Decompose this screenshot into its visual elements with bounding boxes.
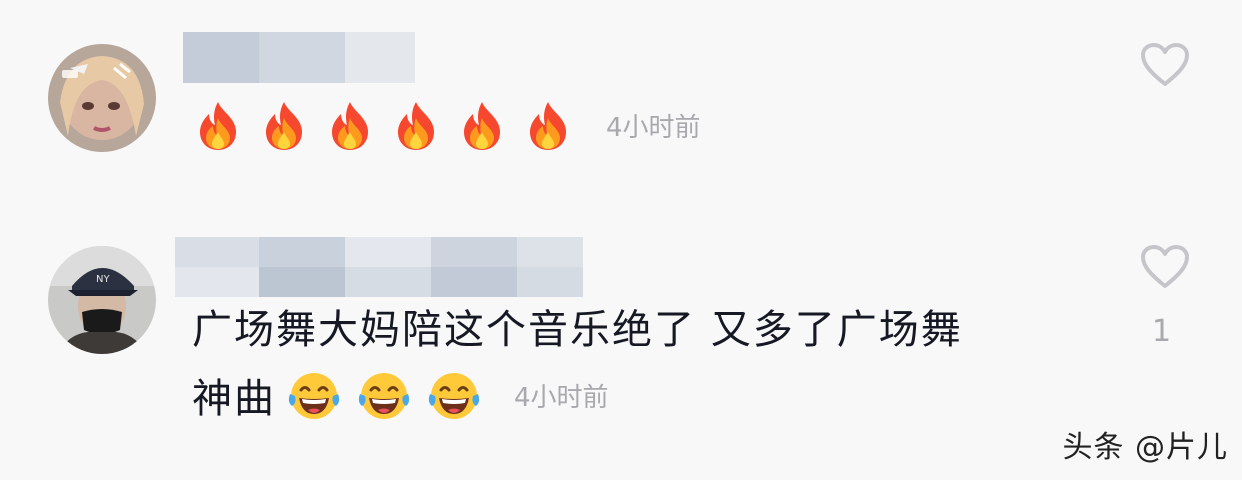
heart-outline-icon bbox=[1141, 245, 1189, 288]
svg-text:NY: NY bbox=[96, 274, 110, 285]
tears-of-joy-emoji bbox=[286, 370, 342, 435]
heart-outline-icon bbox=[1141, 43, 1189, 86]
comment-content: 4小时前 bbox=[192, 100, 701, 165]
watermark: 头条 @片儿 bbox=[1062, 430, 1228, 465]
comment-text-line-1: 广场舞大妈陪这个音乐绝了 又多了广场舞 bbox=[192, 307, 963, 353]
fire-emoji bbox=[390, 100, 442, 165]
username-blurred[interactable] bbox=[175, 237, 583, 297]
fire-emoji bbox=[258, 100, 310, 165]
like-button[interactable] bbox=[1140, 42, 1190, 88]
fire-emoji bbox=[522, 100, 574, 165]
avatar-girl-image bbox=[48, 44, 156, 152]
avatar-man-image: NY bbox=[48, 246, 156, 354]
fire-emoji bbox=[324, 100, 376, 165]
comment-time: 4小时前 bbox=[514, 383, 609, 413]
avatar[interactable]: NY bbox=[48, 246, 156, 354]
comment-item: 4小时前 bbox=[0, 0, 1242, 200]
fire-emoji bbox=[456, 100, 508, 165]
comment-item: NY 广场舞大妈陪这个音乐绝了 又多了广场舞 神曲 4小时前 1 bbox=[0, 200, 1242, 480]
comment-content: 神曲 4小时前 bbox=[192, 370, 609, 435]
comment-time: 4小时前 bbox=[606, 113, 701, 143]
fire-emoji bbox=[192, 100, 244, 165]
tears-of-joy-emoji bbox=[426, 370, 482, 435]
comment-text-line-2: 神曲 bbox=[192, 376, 276, 422]
username-blurred[interactable] bbox=[183, 32, 415, 83]
tears-of-joy-emoji bbox=[356, 370, 412, 435]
like-button[interactable] bbox=[1140, 244, 1190, 290]
fire-emoji-group bbox=[192, 102, 588, 152]
laugh-emoji-group bbox=[286, 373, 496, 422]
like-count: 1 bbox=[1152, 314, 1172, 349]
avatar[interactable] bbox=[48, 44, 156, 152]
